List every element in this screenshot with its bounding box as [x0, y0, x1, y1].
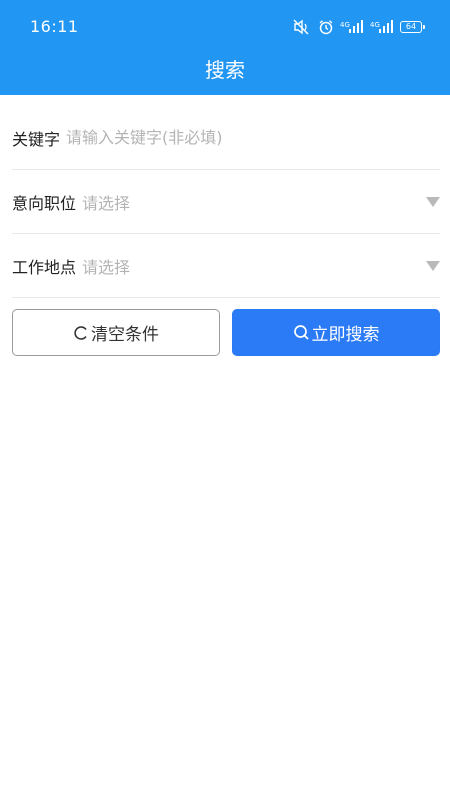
- svg-text:4G: 4G: [340, 21, 350, 29]
- signal-4g-icon: 4G: [340, 20, 363, 33]
- clear-button[interactable]: 清空条件: [12, 309, 220, 356]
- position-row[interactable]: 意向职位 请选择: [12, 170, 440, 234]
- action-buttons: 清空条件 立即搜索: [12, 309, 440, 356]
- keyword-row: 关键字: [12, 106, 440, 170]
- location-row[interactable]: 工作地点 请选择: [12, 234, 440, 298]
- dropdown-arrow-icon[interactable]: [426, 196, 440, 207]
- search-icon: [293, 325, 309, 340]
- location-label: 工作地点: [12, 257, 77, 277]
- location-select[interactable]: 请选择: [82, 254, 440, 278]
- alarm-icon: [319, 20, 333, 35]
- dropdown-arrow-icon[interactable]: [426, 260, 440, 271]
- search-form: 关键字 意向职位 请选择 工作地点 请选择: [12, 106, 440, 298]
- status-time: 16:11: [30, 17, 79, 36]
- position-label: 意向职位: [12, 193, 77, 213]
- battery-icon: 64: [400, 21, 425, 33]
- position-select[interactable]: 请选择: [82, 190, 440, 214]
- search-button-label: 立即搜索: [311, 325, 380, 345]
- status-icons: 4G 4G 64: [292, 18, 425, 36]
- search-button[interactable]: 立即搜索: [232, 309, 440, 356]
- keyword-input[interactable]: [66, 128, 440, 147]
- mute-icon: [293, 19, 309, 35]
- app-header: 16:11 4G 4G 64 搜索: [0, 0, 450, 95]
- svg-text:4G: 4G: [370, 21, 380, 29]
- clear-button-label: 清空条件: [91, 325, 159, 345]
- refresh-icon: [74, 325, 87, 340]
- status-bar: 16:11 4G 4G 64: [0, 0, 450, 52]
- page-title: 搜索: [205, 58, 245, 82]
- signal-4g-icon-2: 4G: [370, 20, 393, 33]
- keyword-label: 关键字: [12, 129, 61, 149]
